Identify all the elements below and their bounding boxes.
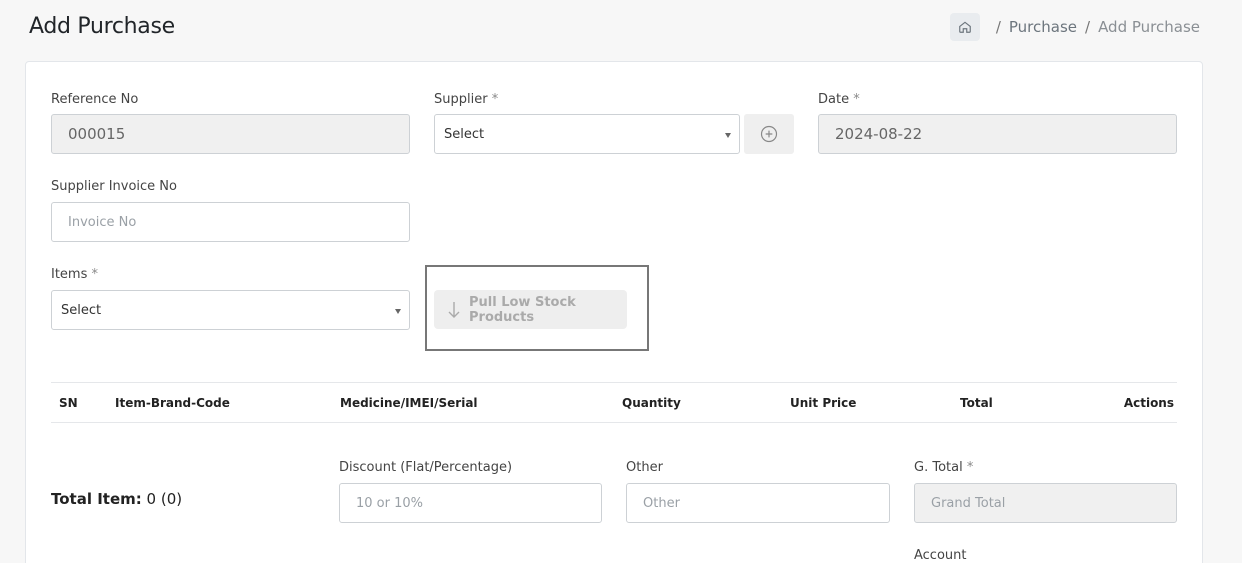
supplier-invoice-input[interactable]: Invoice No bbox=[51, 202, 410, 242]
pull-low-stock-button[interactable]: Pull Low Stock Products bbox=[434, 290, 627, 329]
page-title: Add Purchase bbox=[29, 14, 175, 39]
caret-down-icon bbox=[725, 133, 731, 138]
column-quantity: Quantity bbox=[622, 396, 681, 410]
reference-label: Reference No bbox=[51, 92, 138, 107]
discount-label: Discount (Flat/Percentage) bbox=[339, 460, 513, 475]
total-item-label: Total Item: bbox=[51, 490, 142, 508]
column-sn: SN bbox=[59, 396, 78, 410]
column-unit-price: Unit Price bbox=[790, 396, 857, 410]
required-marker: * bbox=[491, 92, 499, 107]
add-supplier-button[interactable] bbox=[744, 114, 794, 154]
account-label: Account bbox=[914, 548, 967, 563]
caret-down-icon bbox=[395, 309, 401, 314]
discount-input[interactable]: 10 or 10% bbox=[339, 483, 602, 523]
arrow-down-icon bbox=[448, 301, 460, 319]
column-total: Total bbox=[960, 396, 993, 410]
supplier-select[interactable]: Select bbox=[434, 114, 740, 154]
total-item-value: 0 (0) bbox=[146, 490, 183, 508]
items-select-value: Select bbox=[61, 302, 102, 318]
required-marker: * bbox=[966, 460, 974, 475]
date-field: 2024-08-22 bbox=[818, 114, 1177, 154]
page: Add Purchase / Purchase / Add Purchase R… bbox=[0, 0, 1242, 563]
items-select[interactable]: Select bbox=[51, 290, 410, 330]
supplier-invoice-label: Supplier Invoice No bbox=[51, 179, 177, 194]
column-actions: Actions bbox=[1123, 396, 1174, 410]
supplier-label: Supplier * bbox=[434, 92, 498, 107]
breadcrumb: / Purchase / Add Purchase bbox=[949, 13, 1200, 41]
grand-total-label: G. Total * bbox=[914, 460, 973, 475]
breadcrumb-separator: / bbox=[995, 18, 1001, 36]
other-input[interactable]: Other bbox=[626, 483, 890, 523]
total-item: Total Item: 0 (0) bbox=[51, 490, 182, 508]
other-label: Other bbox=[626, 460, 663, 475]
date-label-text: Date bbox=[818, 92, 850, 107]
grand-total-label-text: G. Total bbox=[914, 460, 963, 475]
items-label: Items * bbox=[51, 267, 98, 282]
reference-label-text: Reference No bbox=[51, 92, 139, 107]
plus-circle-icon bbox=[760, 125, 778, 143]
items-label-text: Items bbox=[51, 267, 88, 282]
reference-field: 000015 bbox=[51, 114, 410, 154]
home-icon[interactable] bbox=[949, 13, 980, 41]
column-medicine-imei-serial: Medicine/IMEI/Serial bbox=[340, 396, 478, 410]
supplier-label-text: Supplier bbox=[434, 92, 488, 107]
items-table-header: SN Item-Brand-Code Medicine/IMEI/Serial … bbox=[51, 382, 1177, 423]
date-label: Date * bbox=[818, 92, 860, 107]
breadcrumb-add-purchase: Add Purchase bbox=[1098, 18, 1200, 36]
breadcrumb-separator: / bbox=[1085, 18, 1091, 36]
breadcrumb-purchase[interactable]: Purchase bbox=[1009, 18, 1077, 36]
grand-total-field: Grand Total bbox=[914, 483, 1177, 523]
required-marker: * bbox=[91, 267, 99, 282]
pull-low-stock-label: Pull Low Stock Products bbox=[469, 294, 576, 325]
column-item-brand-code: Item-Brand-Code bbox=[115, 396, 230, 410]
required-marker: * bbox=[853, 92, 860, 107]
supplier-select-value: Select bbox=[444, 126, 485, 142]
